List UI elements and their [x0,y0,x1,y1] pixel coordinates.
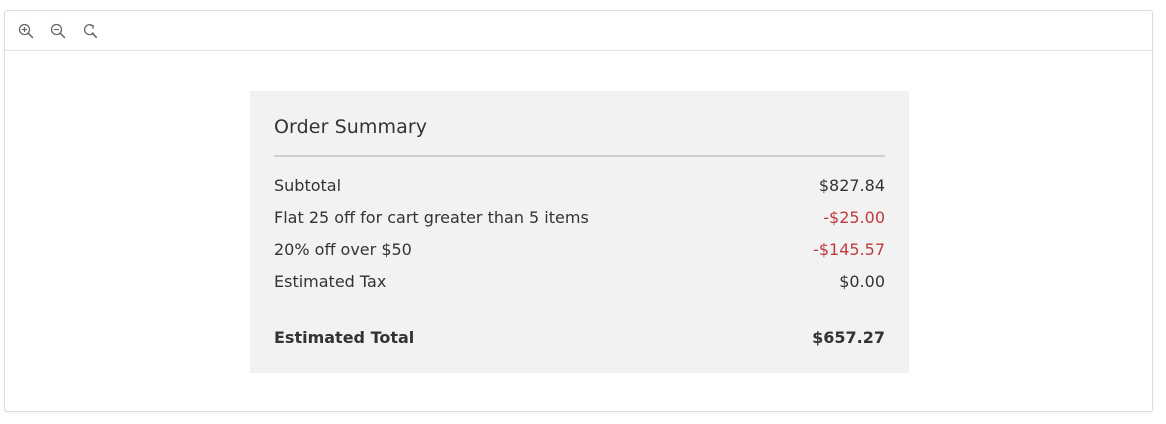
percent-discount-label: 20% off over $50 [274,240,412,259]
zoom-toolbar [5,11,1152,51]
reset-zoom-icon[interactable] [82,23,98,39]
zoom-in-icon[interactable] [18,23,34,39]
estimated-total-label: Estimated Total [274,328,415,347]
tax-row: Estimated Tax $0.00 [274,271,885,293]
tax-value: $0.00 [839,272,885,291]
subtotal-row: Subtotal $827.84 [274,175,885,197]
estimated-total-row: Estimated Total $657.27 [274,327,885,349]
tax-label: Estimated Tax [274,272,387,291]
flat-discount-value: -$25.00 [823,208,885,227]
flat-discount-row: Flat 25 off for cart greater than 5 item… [274,207,885,229]
subtotal-value: $827.84 [818,176,885,195]
order-summary-title: Order Summary [274,116,428,138]
order-summary-panel: Order Summary Subtotal $827.84 Flat 25 o… [250,91,909,373]
percent-discount-value: -$145.57 [813,240,885,259]
percent-discount-row: 20% off over $50 -$145.57 [274,239,885,261]
estimated-total-value: $657.27 [812,328,885,347]
summary-divider [274,155,885,157]
flat-discount-label: Flat 25 off for cart greater than 5 item… [274,208,589,227]
zoom-out-icon[interactable] [50,23,66,39]
subtotal-label: Subtotal [274,176,342,195]
preview-frame: Order Summary Subtotal $827.84 Flat 25 o… [4,10,1153,412]
